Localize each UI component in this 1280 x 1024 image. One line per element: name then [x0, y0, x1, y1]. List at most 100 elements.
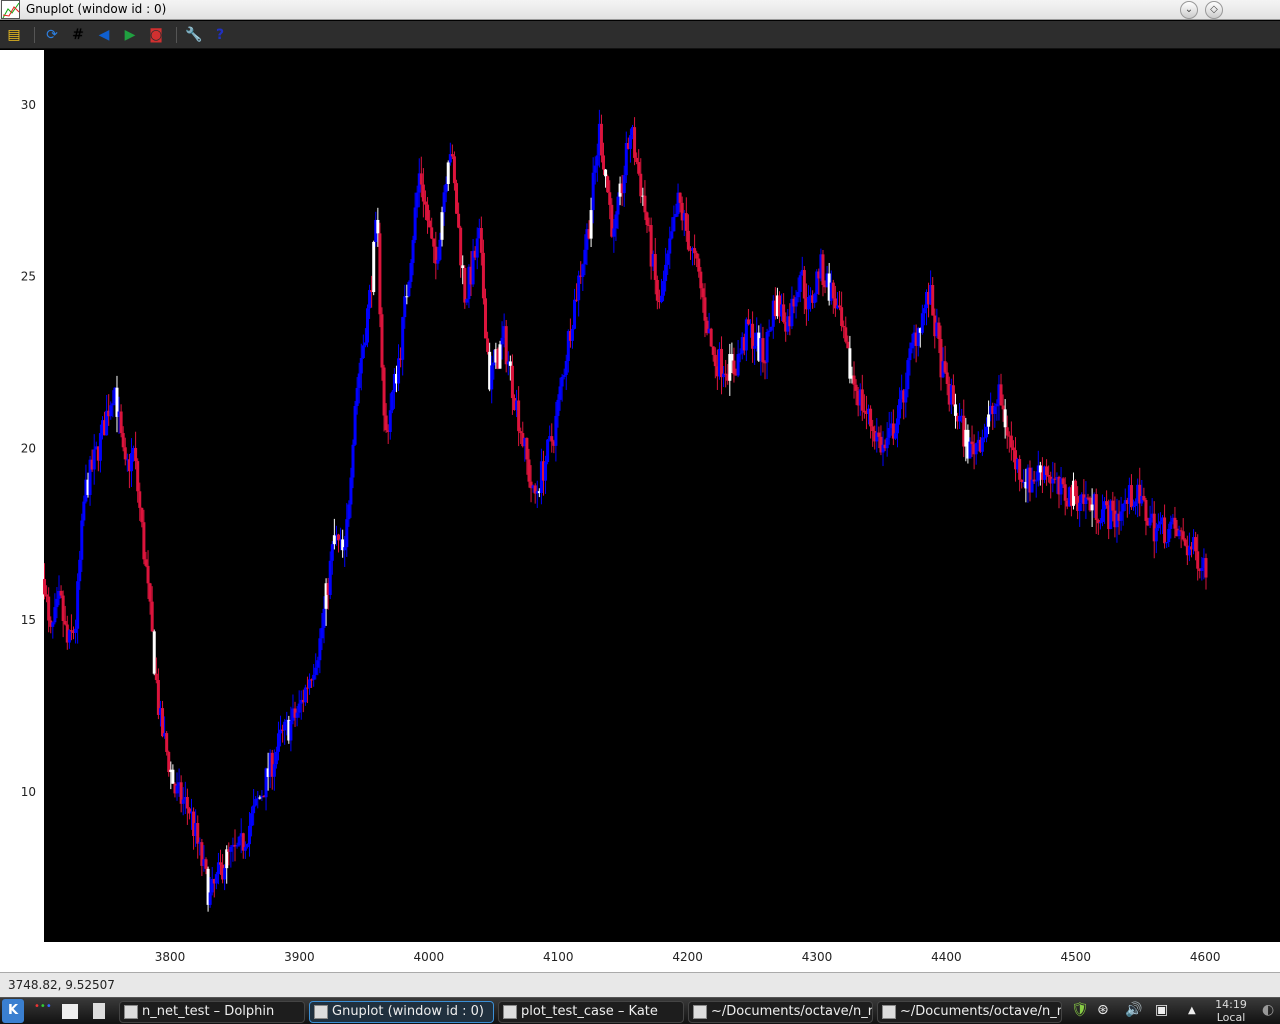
candle-body — [144, 559, 148, 566]
task-terminal-2[interactable]: ~/Documents/octave/n_n — [877, 1001, 1062, 1023]
x-tick-label: 4000 — [414, 950, 445, 964]
candle-body — [419, 173, 423, 185]
usb-icon[interactable]: ⊛ — [1097, 1002, 1109, 1018]
candle-body — [53, 607, 57, 623]
candle-body — [982, 437, 986, 439]
candle-body — [150, 601, 154, 632]
plot-area[interactable]: 10 15 20 25 30 3800 3900 4000 4100 4200 4300 4400 4… — [0, 50, 1280, 972]
maximize-button[interactable]: ◇ — [1205, 1, 1223, 19]
candle-body — [229, 846, 233, 852]
candle-body — [821, 254, 825, 285]
candle-body — [1119, 511, 1123, 521]
candle-body — [904, 389, 908, 403]
task-label: n_net_test – Dolphin — [142, 1004, 275, 1019]
activity-icon[interactable]: ••• — [34, 1001, 52, 1012]
candle-body — [573, 299, 577, 329]
x-tick-label: 3800 — [155, 950, 186, 964]
x-tick-label: 4300 — [802, 950, 833, 964]
show-desktop-icon[interactable] — [62, 1004, 78, 1019]
tray-expand-icon[interactable]: ▲ — [1188, 1005, 1196, 1016]
candle-body — [109, 405, 113, 417]
candle-body — [357, 373, 361, 388]
candle-body — [645, 212, 649, 225]
candle-body — [218, 862, 222, 865]
candle-body — [720, 348, 724, 378]
candle-body — [769, 326, 773, 331]
candle-body — [397, 358, 401, 384]
candle-body — [1183, 539, 1187, 546]
zoom-back-icon[interactable]: ◀ — [94, 25, 114, 45]
candle-body — [59, 590, 63, 596]
candle-body — [860, 389, 864, 411]
candle-body — [258, 797, 262, 799]
candle-body — [556, 399, 560, 416]
candle-body — [484, 298, 488, 339]
candle-body — [423, 201, 427, 205]
candle-body — [55, 598, 59, 608]
gnuplot-icon — [314, 1005, 328, 1019]
candle-body — [838, 305, 842, 308]
candle-body — [1132, 506, 1136, 508]
candle-body — [69, 630, 73, 632]
help-icon[interactable]: ? — [210, 25, 230, 45]
grid-icon[interactable]: # — [68, 25, 88, 45]
candle-body — [1098, 521, 1102, 524]
candle-body — [63, 621, 67, 625]
security-shield-icon[interactable]: 🛡 — [1071, 1002, 1089, 1018]
task-terminal-1[interactable]: ~/Documents/octave/n_n — [688, 1001, 873, 1023]
candle-body — [674, 213, 678, 217]
candle-body — [330, 544, 334, 561]
candle-body — [831, 282, 835, 299]
candle-body — [119, 411, 123, 434]
candle-body — [407, 281, 411, 297]
y-tick-label: 20 — [21, 441, 36, 455]
candle-body — [461, 265, 465, 269]
candle-body — [446, 162, 450, 184]
candle-body — [349, 477, 353, 505]
candle-body — [438, 239, 442, 260]
toolbar-separator — [176, 27, 177, 43]
candle-body — [413, 207, 417, 241]
kde-menu-icon[interactable]: K — [2, 999, 24, 1023]
task-kate[interactable]: plot_test_case – Kate — [498, 1001, 684, 1023]
task-dolphin[interactable]: n_net_test – Dolphin — [119, 1001, 305, 1023]
candle-body — [247, 825, 251, 845]
zoom-forward-icon[interactable]: ▶ — [120, 25, 140, 45]
minimize-button[interactable]: ⌄ — [1180, 1, 1198, 19]
candle-body — [1090, 504, 1094, 511]
candle-body — [43, 578, 47, 595]
network-icon[interactable]: ▣ — [1155, 1002, 1168, 1018]
replot-icon[interactable]: ⟳ — [42, 25, 62, 45]
candle-body — [353, 405, 357, 445]
autoscale-icon[interactable]: ◙ — [146, 25, 166, 45]
candle-body — [1144, 500, 1148, 521]
candle-body — [1111, 500, 1115, 511]
candle-body — [1165, 542, 1169, 544]
candle-body — [328, 560, 332, 595]
notes-icon[interactable] — [93, 1003, 105, 1019]
clock[interactable]: 14:19 Local — [1206, 998, 1256, 1024]
x-tick-label: 3900 — [284, 950, 315, 964]
candle-body — [709, 328, 713, 347]
candle-body — [175, 785, 179, 794]
volume-icon[interactable]: 🔊 — [1125, 1002, 1142, 1018]
candle-body — [347, 504, 351, 520]
candle-body — [570, 328, 574, 341]
candle-body — [581, 264, 585, 277]
settings-icon[interactable]: 🔧 — [184, 25, 204, 45]
candle-body — [409, 262, 413, 282]
candle-body — [76, 581, 80, 629]
candle-body — [1129, 485, 1133, 508]
candle-body — [214, 874, 218, 884]
candle-body — [999, 384, 1003, 406]
candle-body — [813, 294, 817, 303]
export-icon[interactable]: ▤ — [4, 25, 24, 45]
candle-body — [455, 183, 459, 214]
cashew-icon[interactable]: ◐ — [1262, 1002, 1274, 1018]
task-gnuplot[interactable]: Gnuplot (window id : 0) — [309, 1001, 494, 1023]
candle-body — [653, 254, 657, 280]
candle-body — [958, 416, 962, 422]
candle-body — [490, 365, 494, 390]
candle-body — [887, 428, 891, 438]
candle-body — [767, 330, 771, 333]
